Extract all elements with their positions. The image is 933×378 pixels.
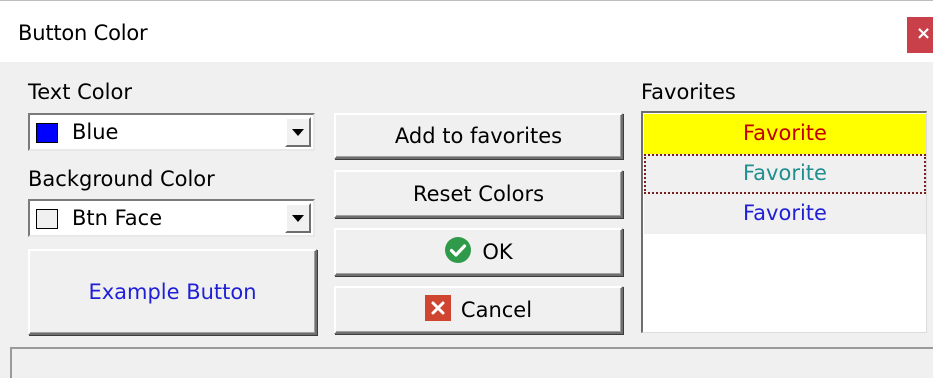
cancel-label: Cancel bbox=[460, 298, 533, 322]
window-title: Button Color bbox=[18, 21, 148, 45]
background-color-swatch bbox=[36, 209, 58, 229]
chevron-down-icon bbox=[292, 129, 304, 136]
reset-colors-label: Reset Colors bbox=[412, 182, 545, 206]
title-bar: Button Color × bbox=[0, 0, 933, 62]
check-circle-icon bbox=[444, 236, 472, 269]
favorites-label: Favorites bbox=[641, 80, 736, 104]
ok-button[interactable]: OK bbox=[334, 228, 623, 276]
background-color-label: Background Color bbox=[28, 167, 215, 191]
close-icon: × bbox=[916, 23, 932, 44]
text-color-combo[interactable]: Blue bbox=[28, 113, 315, 151]
favorite-item-3[interactable]: Favorite bbox=[644, 194, 926, 234]
close-button[interactable]: × bbox=[907, 17, 933, 53]
text-color-value: Blue bbox=[72, 120, 119, 144]
text-color-label: Text Color bbox=[28, 80, 132, 104]
add-to-favorites-button[interactable]: Add to favorites bbox=[334, 113, 623, 159]
cancel-button[interactable]: Cancel bbox=[334, 286, 623, 334]
reset-colors-button[interactable]: Reset Colors bbox=[334, 170, 623, 218]
text-color-swatch bbox=[36, 123, 58, 143]
example-button-label: Example Button bbox=[88, 280, 257, 304]
x-box-icon bbox=[424, 294, 451, 326]
favorites-list[interactable]: Favorite Favorite Favorite bbox=[641, 111, 927, 333]
favorite-item-2[interactable]: Favorite bbox=[644, 154, 926, 194]
background-color-dropdown-button[interactable] bbox=[285, 203, 311, 233]
ok-label: OK bbox=[482, 240, 513, 264]
favorite-item-1[interactable]: Favorite bbox=[644, 114, 926, 154]
example-button[interactable]: Example Button bbox=[28, 249, 317, 335]
chevron-down-icon bbox=[292, 215, 304, 222]
status-bar bbox=[10, 347, 933, 378]
background-color-combo[interactable]: Btn Face bbox=[28, 199, 315, 237]
text-color-dropdown-button[interactable] bbox=[285, 117, 311, 147]
background-color-value: Btn Face bbox=[72, 206, 163, 230]
add-to-favorites-label: Add to favorites bbox=[394, 124, 563, 148]
